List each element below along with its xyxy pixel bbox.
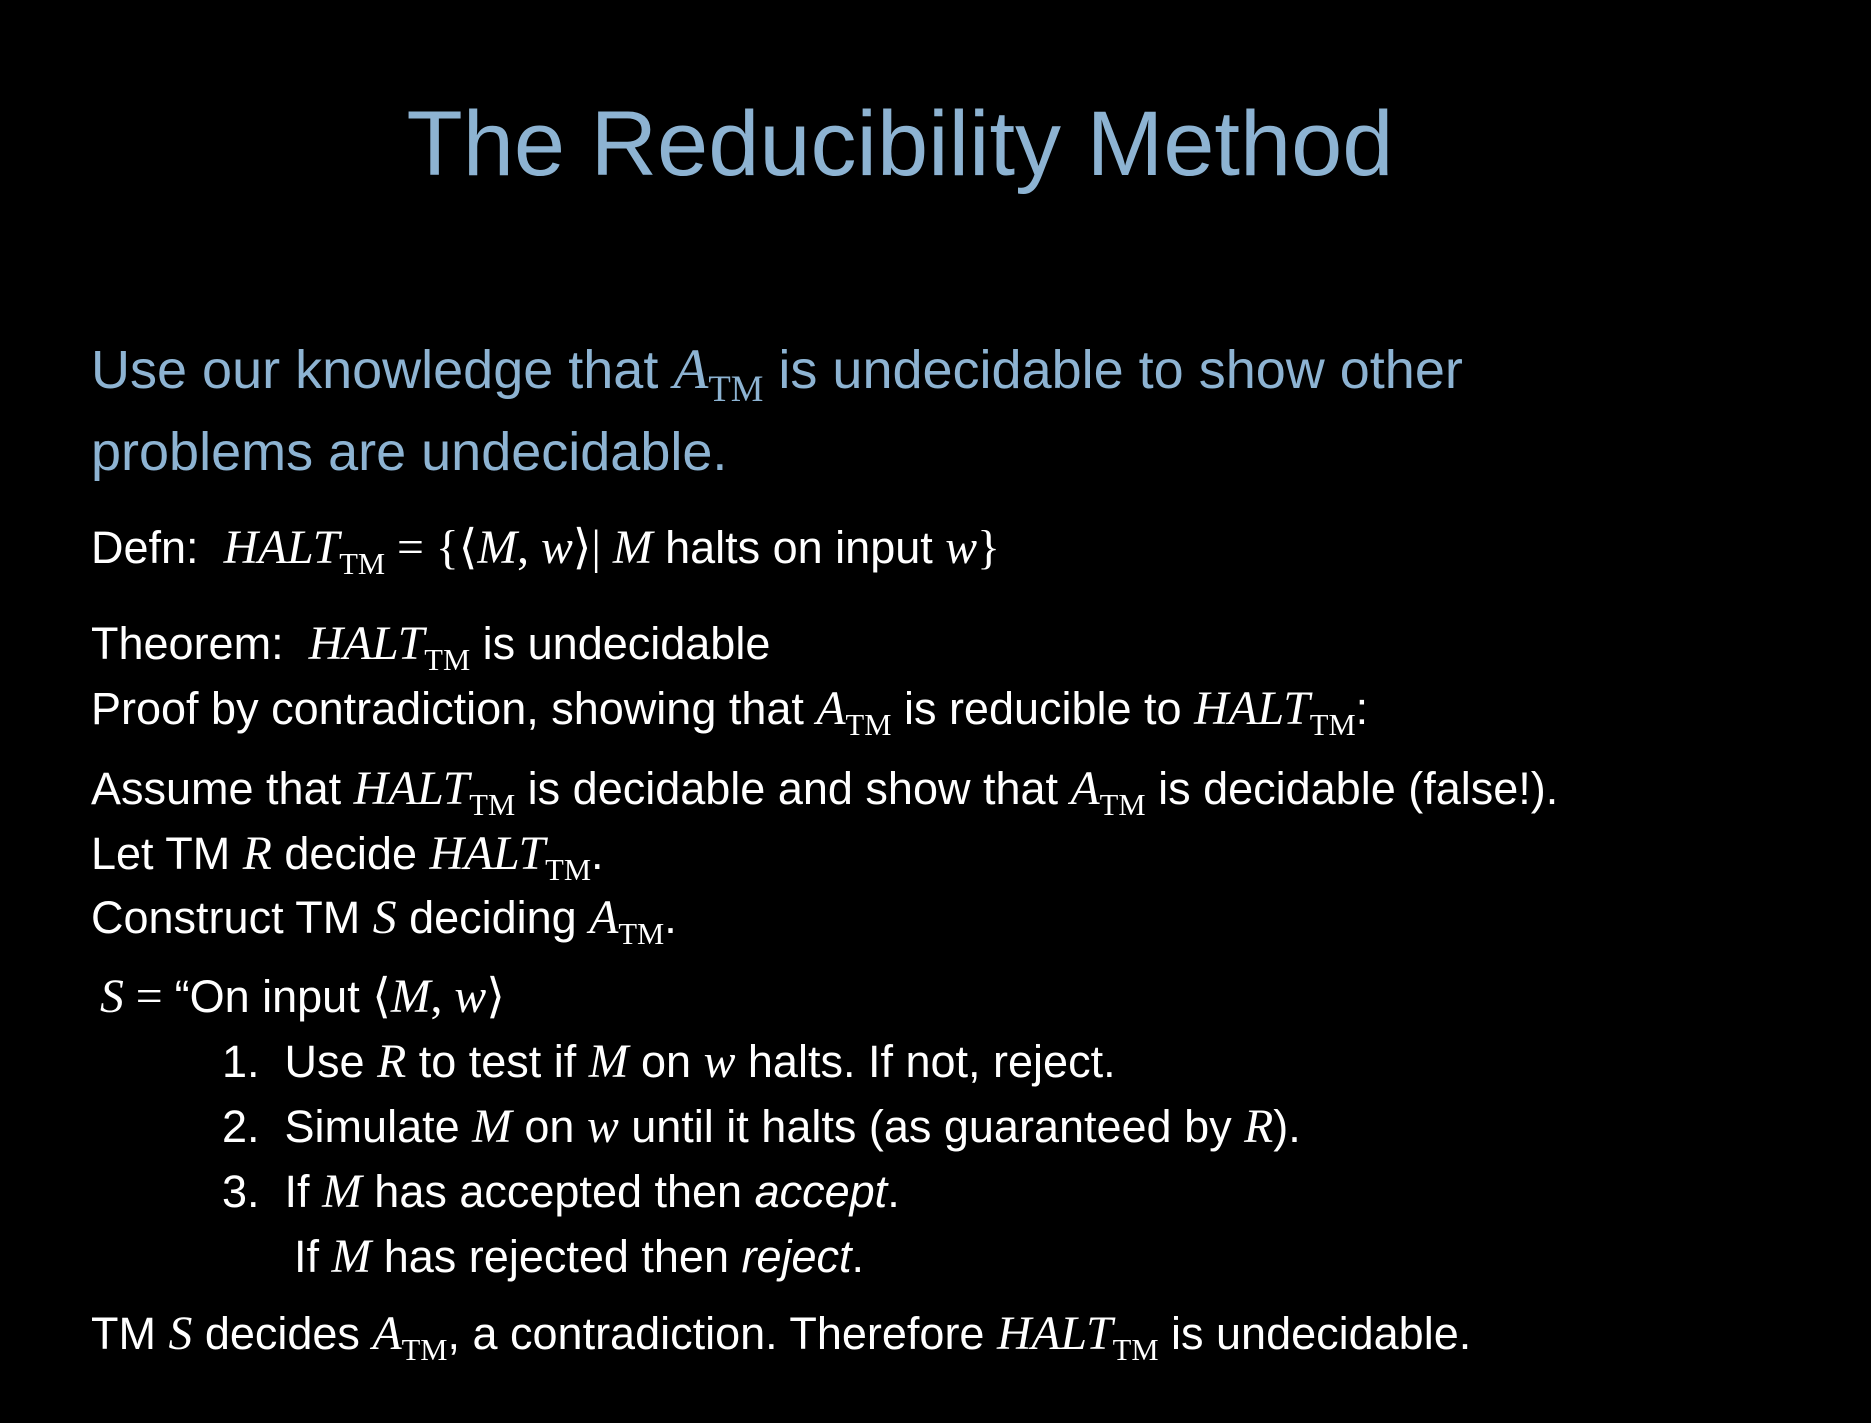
step-number: 3. xyxy=(222,1166,260,1217)
step-3: 3. If M has accepted then accept. xyxy=(222,1165,900,1218)
conclusion-line: TM S decides ATM, a contradiction. There… xyxy=(91,1307,1472,1367)
theorem-label: Theorem: xyxy=(91,618,284,669)
intro-line-2: problems are undecidable. xyxy=(91,422,728,482)
intro-line-1: Use our knowledge that ATM is undecidabl… xyxy=(91,338,1463,409)
s-definition-line: S = “On input ⟨M, w⟩ xyxy=(100,970,505,1023)
step-number: 1. xyxy=(222,1036,260,1087)
step-2: 2. Simulate M on w until it halts (as gu… xyxy=(222,1100,1301,1153)
step-3-continued: If M has rejected then reject. xyxy=(294,1230,865,1283)
definition-line: Defn: HALTTM = {⟨M, w⟩| M halts on input… xyxy=(91,521,1000,581)
theorem-line: Theorem: HALTTM is undecidable xyxy=(91,617,771,677)
slide-title: The Reducibility Method xyxy=(406,93,1394,195)
step-number: 2. xyxy=(222,1101,260,1152)
defn-label: Defn: xyxy=(91,522,199,573)
step-1: 1. Use R to test if M on w halts. If not… xyxy=(222,1035,1116,1088)
let-line: Let TM R decide HALTTM. xyxy=(91,827,604,887)
proof-line: Proof by contradiction, showing that ATM… xyxy=(91,682,1369,742)
math-a: A xyxy=(673,338,709,401)
math-subscript: TM xyxy=(708,367,764,409)
intro-paragraph: Use our knowledge that ATM is undecidabl… xyxy=(91,332,1463,490)
construct-line: Construct TM S deciding ATM. xyxy=(91,891,677,951)
assume-line: Assume that HALTTM is decidable and show… xyxy=(91,762,1559,822)
